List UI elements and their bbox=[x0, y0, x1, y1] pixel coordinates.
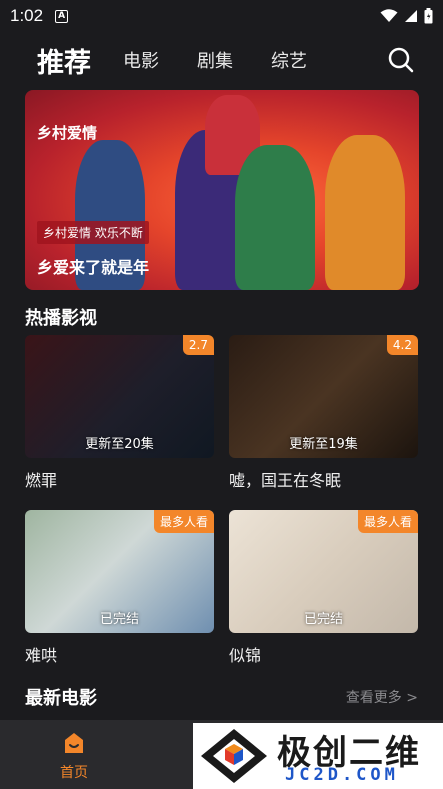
banner-figure bbox=[235, 145, 315, 290]
media-title[interactable]: 嘘，国王在冬眠 bbox=[229, 467, 418, 491]
media-card[interactable]: 2.7 更新至20集 燃罪 bbox=[25, 335, 214, 491]
tab-home[interactable]: 首页 bbox=[52, 732, 96, 782]
poster[interactable]: 4.2 更新至19集 bbox=[229, 335, 418, 458]
wifi-icon bbox=[380, 9, 398, 22]
poster[interactable]: 最多人看 已完结 bbox=[25, 510, 214, 633]
banner-caption: 乡爱来了就是年 bbox=[37, 258, 150, 277]
status-time: 1:02 bbox=[10, 6, 44, 25]
tab-variety[interactable]: 综艺 bbox=[271, 47, 307, 73]
status-bar: 1:02 A bbox=[0, 0, 443, 32]
media-card[interactable]: 最多人看 已完结 似锦 bbox=[229, 510, 418, 666]
banner-logo: 乡村爱情 bbox=[37, 124, 98, 142]
media-title[interactable]: 燃罪 bbox=[25, 467, 214, 491]
poster[interactable]: 最多人看 已完结 bbox=[229, 510, 418, 633]
popular-badge: 最多人看 bbox=[357, 510, 418, 533]
popular-badge: 最多人看 bbox=[153, 510, 214, 533]
banner-tag: 乡村爱情 欢乐不断 bbox=[37, 221, 149, 244]
tab-home-label: 首页 bbox=[60, 765, 88, 781]
media-title[interactable]: 似锦 bbox=[229, 642, 418, 666]
top-nav: 推荐 电影 剧集 综艺 bbox=[0, 36, 443, 84]
media-card[interactable]: 4.2 更新至19集 嘘，国王在冬眠 bbox=[229, 335, 418, 491]
watermark-domain: JC2D.COM bbox=[285, 765, 399, 785]
tab-recommend[interactable]: 推荐 bbox=[37, 41, 91, 80]
tab-movies[interactable]: 电影 bbox=[123, 47, 159, 73]
banner-figure bbox=[325, 135, 405, 290]
notification-icon: A bbox=[55, 9, 69, 23]
section-title-new-movies: 最新电影 bbox=[25, 688, 97, 709]
tab-series[interactable]: 剧集 bbox=[197, 47, 233, 73]
hero-banner[interactable]: 乡村爱情 乡村爱情 欢乐不断 乡爱来了就是年 bbox=[25, 90, 419, 290]
episode-status: 更新至20集 bbox=[85, 437, 154, 452]
home-icon bbox=[65, 733, 83, 753]
see-more-link[interactable]: 查看更多 > bbox=[346, 687, 418, 707]
watermark-logo-icon bbox=[201, 729, 267, 783]
poster[interactable]: 2.7 更新至20集 bbox=[25, 335, 214, 458]
rating-badge: 4.2 bbox=[386, 335, 418, 355]
section-title-hot: 热播影视 bbox=[25, 308, 97, 329]
episode-status: 已完结 bbox=[99, 612, 139, 627]
episode-status: 已完结 bbox=[303, 612, 343, 627]
cell-signal-icon bbox=[405, 10, 417, 22]
watermark: 极创二维 JC2D.COM bbox=[193, 723, 443, 789]
status-icons bbox=[380, 8, 433, 24]
search-icon[interactable] bbox=[387, 46, 415, 74]
media-card[interactable]: 最多人看 已完结 难哄 bbox=[25, 510, 214, 666]
media-title[interactable]: 难哄 bbox=[25, 642, 214, 666]
episode-status: 更新至19集 bbox=[289, 437, 358, 452]
battery-icon bbox=[424, 8, 433, 24]
rating-badge: 2.7 bbox=[182, 335, 214, 355]
